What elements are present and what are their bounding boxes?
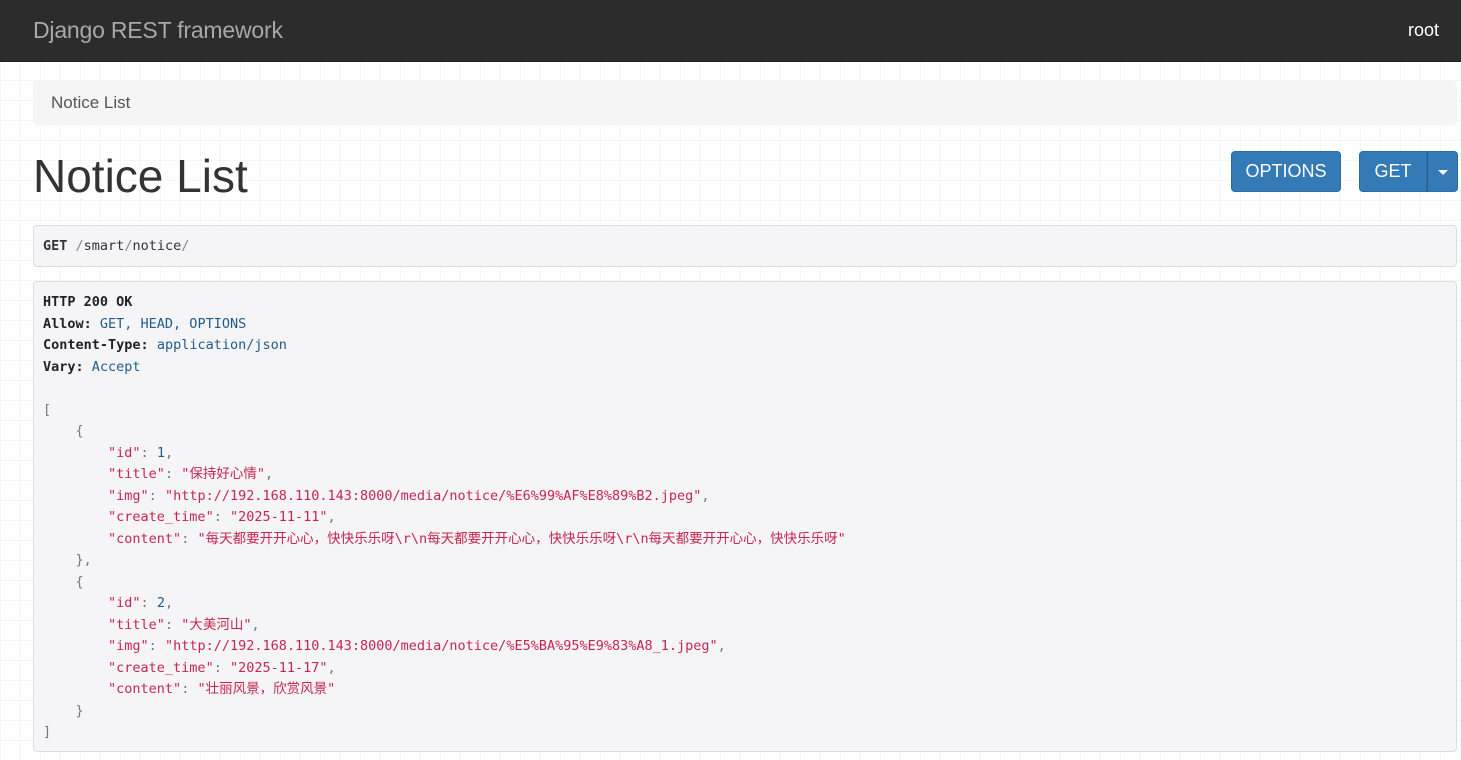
request-method: GET (43, 238, 68, 254)
json-value-img: http://192.168.110.143:8000/media/notice… (173, 487, 694, 504)
json-value-img: http://192.168.110.143:8000/media/notice… (173, 638, 710, 654)
brand-link[interactable]: Django REST framework (33, 16, 283, 44)
request-info: GET /smart/notice/ (33, 225, 1457, 267)
breadcrumb: Notice List (33, 81, 1457, 125)
page-title: Notice List (33, 150, 248, 202)
json-value-id: 2 (156, 595, 165, 611)
response-header-key: Allow (43, 315, 84, 332)
json-value-title: 大美河山 (189, 616, 244, 633)
navbar: Django REST framework root (0, 0, 1461, 62)
get-button[interactable]: GET (1359, 151, 1427, 192)
response-status: HTTP 200 OK (43, 294, 133, 310)
json-value-create-time: 2025-11-17 (238, 659, 320, 676)
response-header-value: Accept (91, 358, 141, 375)
json-value-content: 壮丽风景，欣赏风景 (205, 681, 328, 697)
json-value-create-time: 2025-11-11 (238, 509, 320, 525)
json-value-id: 1 (156, 444, 165, 461)
response-header-value: application/json (156, 337, 287, 353)
request-path-segment: smart (83, 238, 125, 254)
response-header-key: Vary (43, 358, 76, 375)
format-dropdown-button[interactable] (1427, 151, 1458, 192)
user-menu[interactable]: root (1408, 19, 1439, 41)
response-info: HTTP 200 OK Allow: GET, HEAD, OPTIONS Co… (33, 281, 1457, 752)
request-path-segment: notice (132, 238, 182, 254)
response-header-value: GET, HEAD, OPTIONS (99, 315, 247, 332)
json-value-title: 保持好心情 (189, 466, 257, 482)
response-header-key: Content-Type (43, 337, 141, 353)
caret-down-icon (1437, 169, 1448, 175)
json-value-content: 每天都要开开心心，快快乐乐呀\r\n每天都要开开心心，快快乐乐呀\r\n每天都要… (205, 530, 838, 547)
options-button[interactable]: OPTIONS (1231, 151, 1341, 192)
breadcrumb-item-notice-list: Notice List (51, 93, 131, 112)
